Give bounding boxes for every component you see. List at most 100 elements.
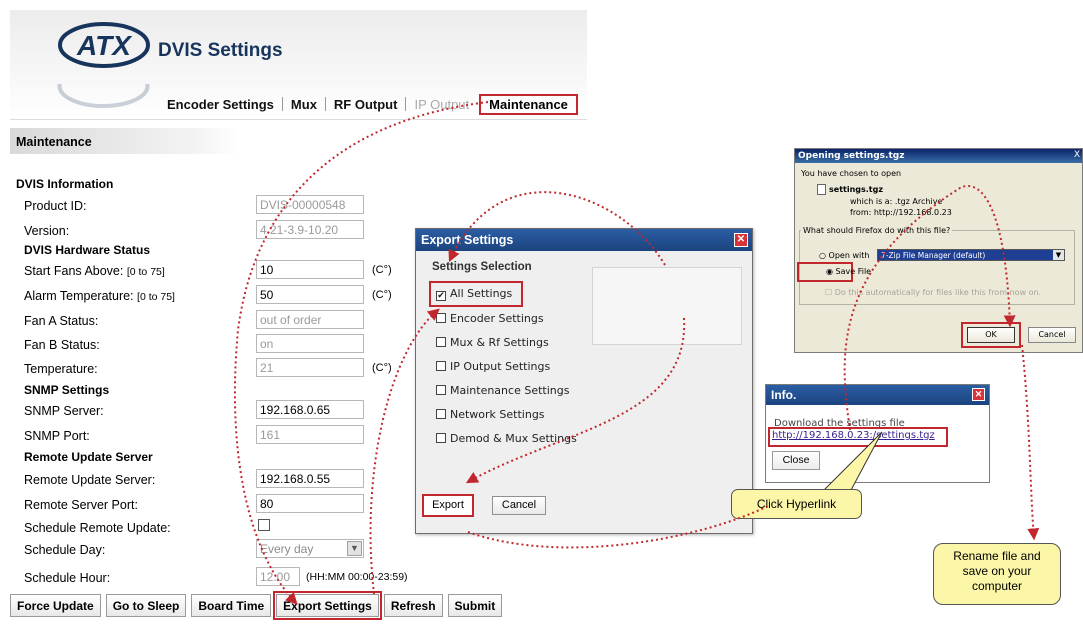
- tab-rf-output[interactable]: RF Output: [326, 97, 406, 112]
- checkbox[interactable]: [436, 385, 446, 395]
- auto-action-label: Do this automatically for files like thi…: [834, 288, 1042, 297]
- section-title: Maintenance: [16, 135, 92, 149]
- snmp-port-label: SNMP Port:: [24, 429, 90, 443]
- open-with-radio[interactable]: ○ Open with: [819, 251, 869, 260]
- export-dialog-titlebar[interactable]: Export Settings ✕: [416, 229, 752, 251]
- snmp-port-row: SNMP Port: 161: [24, 425, 444, 447]
- info-dialog-titlebar[interactable]: Info. ✕: [766, 385, 989, 405]
- checkbox[interactable]: [436, 433, 446, 443]
- close-icon[interactable]: ✕: [734, 233, 748, 247]
- option-network-settings[interactable]: Network Settings: [436, 408, 545, 421]
- temperature-label: Temperature:: [24, 362, 98, 376]
- settings-selection-heading: Settings Selection: [432, 261, 532, 273]
- tab-mux[interactable]: Mux: [283, 97, 325, 112]
- firefox-dialog-titlebar[interactable]: Opening settings.tgz X: [795, 149, 1082, 163]
- radio-icon[interactable]: ○: [819, 251, 826, 260]
- start-fans-range: [0 to 75]: [126, 266, 165, 278]
- version-label: Version:: [24, 224, 70, 238]
- save-file-radio[interactable]: ◉ Save File: [826, 267, 871, 276]
- force-update-button[interactable]: Force Update: [10, 594, 101, 617]
- alarm-temp-range: [0 to 75]: [137, 291, 175, 303]
- fan-b-label: Fan B Status:: [24, 338, 100, 352]
- open-with-label: Open with: [828, 251, 870, 260]
- checkbox-icon[interactable]: ☐: [825, 288, 832, 297]
- firefox-cancel-button[interactable]: Cancel: [1028, 327, 1076, 343]
- remote-port-label: Remote Server Port:: [24, 498, 138, 512]
- option-label: Network Settings: [450, 408, 545, 421]
- option-label: Encoder Settings: [450, 312, 544, 325]
- remote-port-input[interactable]: 80: [256, 494, 364, 513]
- file-source-text: from: http://192.168.0.23: [850, 208, 952, 217]
- download-filename: settings.tgz: [829, 185, 884, 194]
- schedule-hour-row: Schedule Hour: 12:00 (HH:MM 00:00-23:59): [24, 567, 444, 589]
- file-icon: [817, 184, 826, 195]
- snmp-server-row: SNMP Server: 192.168.0.65: [24, 400, 444, 422]
- tab-encoder-settings[interactable]: Encoder Settings: [159, 97, 282, 112]
- schedule-hour-input[interactable]: 12:00: [256, 567, 300, 586]
- option-all-settings[interactable]: ✔ All Settings: [436, 287, 512, 301]
- checkbox[interactable]: [436, 409, 446, 419]
- schedule-update-checkbox[interactable]: [258, 519, 270, 531]
- checkbox[interactable]: [436, 313, 446, 323]
- export-settings-button[interactable]: Export Settings: [273, 591, 382, 620]
- option-maintenance-settings[interactable]: Maintenance Settings: [436, 384, 569, 397]
- celsius-unit: (C°): [372, 289, 392, 301]
- product-id-row: Product ID: DVIS-00000548: [24, 195, 444, 217]
- remote-server-row: Remote Update Server: 192.168.0.55: [24, 469, 444, 491]
- product-id-field: DVIS-00000548: [256, 195, 364, 214]
- snmp-server-input[interactable]: 192.168.0.65: [256, 400, 364, 419]
- remote-server-input[interactable]: 192.168.0.55: [256, 469, 364, 488]
- start-fans-input[interactable]: 10: [256, 260, 364, 279]
- board-time-button[interactable]: Board Time: [191, 594, 272, 617]
- product-id-label: Product ID:: [24, 199, 87, 213]
- option-encoder-settings[interactable]: Encoder Settings: [436, 312, 544, 325]
- radio-selected-icon[interactable]: ◉: [826, 267, 833, 276]
- version-field: 4.21-3.9-10.20: [256, 220, 364, 239]
- tab-bar: Encoder Settings Mux RF Output IP Output…: [159, 93, 578, 115]
- checkbox-checked[interactable]: ✔: [436, 291, 446, 301]
- option-ip-output-settings[interactable]: IP Output Settings: [436, 360, 550, 373]
- option-label: All Settings: [450, 287, 513, 300]
- remote-update-heading: Remote Update Server: [24, 450, 153, 464]
- submit-button[interactable]: Submit: [447, 594, 503, 617]
- checkbox[interactable]: [436, 337, 446, 347]
- chevron-down-icon[interactable]: ▼: [1053, 250, 1064, 260]
- tab-maintenance[interactable]: Maintenance: [479, 93, 578, 115]
- fan-b-status-field: on: [256, 334, 364, 353]
- schedule-day-select[interactable]: Every day ▼: [256, 539, 364, 558]
- dvis-info-heading: DVIS Information: [16, 177, 114, 191]
- ok-button[interactable]: OK: [967, 327, 1015, 343]
- refresh-button[interactable]: Refresh: [383, 594, 443, 617]
- export-dialog-title: Export Settings: [421, 233, 514, 247]
- close-icon[interactable]: ✕: [972, 388, 985, 401]
- checkbox[interactable]: [436, 361, 446, 371]
- fan-a-status-field: out of order: [256, 310, 364, 329]
- open-with-app-select[interactable]: 7-Zip File Manager (default) ▼: [877, 249, 1065, 261]
- temperature-field: 21: [256, 358, 364, 377]
- version-row: Version: 4.21-3.9-10.20: [24, 220, 444, 242]
- start-fans-row: Start Fans Above: [0 to 75] 10 (C°): [24, 260, 444, 282]
- info-close-button[interactable]: Close: [772, 451, 820, 470]
- option-demod-mux-settings[interactable]: Demod & Mux Settings: [436, 432, 577, 445]
- snmp-port-field: 161: [256, 425, 364, 444]
- logo-reflection: [57, 84, 150, 108]
- go-to-sleep-button[interactable]: Go to Sleep: [105, 594, 187, 617]
- chevron-down-icon[interactable]: ▼: [347, 541, 362, 556]
- chosen-to-open-text: You have chosen to open: [801, 169, 902, 178]
- option-label: Mux & Rf Settings: [450, 336, 549, 349]
- close-icon[interactable]: X: [1074, 150, 1080, 160]
- export-button[interactable]: Export: [422, 494, 474, 517]
- cancel-button[interactable]: Cancel: [492, 496, 546, 515]
- temperature-row: Temperature: 21 (C°): [24, 358, 444, 380]
- schedule-update-row: Schedule Remote Update:: [24, 517, 444, 539]
- alarm-temp-input[interactable]: 50: [256, 285, 364, 304]
- option-label: Demod & Mux Settings: [450, 432, 577, 445]
- logo-text: ATX: [76, 30, 133, 61]
- export-preview-box: [592, 267, 742, 345]
- click-hyperlink-callout: Click Hyperlink: [731, 489, 862, 519]
- app-title: DVIS Settings: [158, 40, 283, 61]
- schedule-update-label: Schedule Remote Update:: [24, 521, 171, 535]
- option-mux-rf-settings[interactable]: Mux & Rf Settings: [436, 336, 549, 349]
- auto-action-checkbox-row[interactable]: ☐ Do this automatically for files like t…: [825, 288, 1041, 297]
- tab-ip-output[interactable]: IP Output: [406, 97, 477, 112]
